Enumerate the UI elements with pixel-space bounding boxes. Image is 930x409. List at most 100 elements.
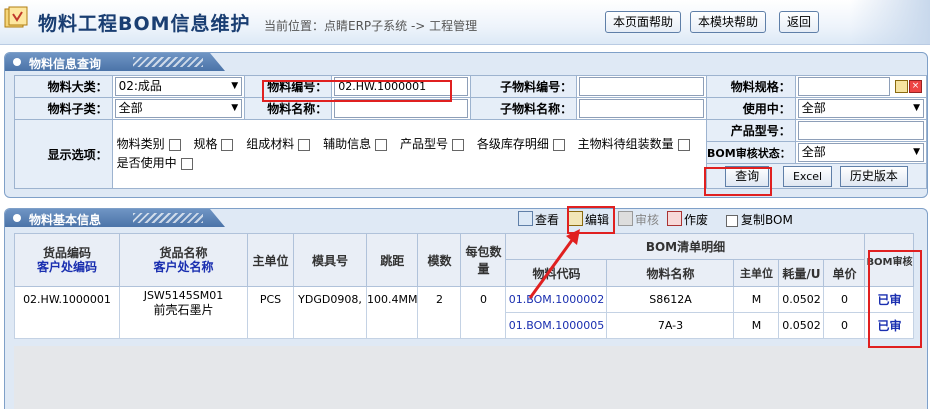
col-goods-name: 货品名称 客户处名称 [119,233,248,287]
panel-stripes [133,213,203,223]
in-use-select[interactable]: 全部 ▼ [797,99,924,118]
option-in-use: 是否使用中 [116,156,177,170]
query-panel: 物料信息查询 物料大类： 02:成品 ▼ 物料编号： 02.HW.1000001 … [4,52,928,198]
void-button[interactable]: 作废 [667,211,708,229]
option-material-type: 物料类别 [116,137,165,151]
col-sub-unit: 主单位 [733,259,780,287]
col-unit-price: 单价 [823,259,866,287]
cell-mat-code[interactable]: 01.BOM.1000005 [505,312,608,339]
chevron-down-icon: ▼ [231,81,239,91]
cell-sub-unit: M [733,312,780,339]
chevron-down-icon: ▼ [913,103,920,113]
audit-button[interactable]: 审核 [618,211,659,229]
red-arrow-icon [528,229,580,299]
model-input[interactable] [797,121,924,140]
checkbox[interactable] [298,138,311,151]
chevron-down-icon: ▼ [913,147,920,157]
panel-stripes [133,57,203,67]
checkbox[interactable] [552,138,565,151]
table-row[interactable]: 02.HW.1000001 JSW5145SM01 前壳石墨片 PCS YDGD0… [14,286,915,339]
app-logo-icon [4,6,28,28]
panel-bullet-icon [13,214,21,222]
panel-bullet-icon [13,58,21,66]
page-title: 物料工程BOM信息维护 [38,13,251,35]
subcategory-select[interactable]: 全部 ▼ [114,99,243,118]
spec-input[interactable] [797,77,890,96]
material-name-input[interactable] [334,99,469,118]
top-bar: 物料工程BOM信息维护 当前位置：点睛ERP子系统 -> 工程管理 本页面帮助 … [0,0,930,45]
option-model: 产品型号 [399,137,448,151]
option-composition: 组成材料 [246,137,295,151]
in-use-label: 使用中： [706,97,796,120]
display-options: 物料类别 规格 组成材料 辅助信息 产品型号 各级库存明细 主物料待组装数量 是… [111,119,708,189]
checkbox[interactable] [180,157,193,170]
option-stock-detail: 各级库存明细 [476,137,549,151]
spec-label: 物料规格： [706,75,796,98]
copy-bom-toggle[interactable]: 复制BOM [726,211,793,229]
cell-unit-price: 0 [823,312,866,339]
col-bom-audit: BOM审核 [864,233,915,287]
checkbox[interactable] [451,138,464,151]
page-help-button[interactable]: 本页面帮助 [605,11,682,33]
cell-consumption: 0.0502 [778,286,825,313]
module-help-button[interactable]: 本模块帮助 [690,11,767,33]
back-button[interactable]: 返回 [779,11,820,33]
cell-goods-code: 02.HW.1000001 [14,286,120,339]
bom-table: 货品编码 客户处编码 货品名称 客户处名称 主单位 模具号 跳距 模数 每包数量 B… [14,233,915,339]
col-pitch: 跳距 [365,233,419,287]
picker-icon[interactable] [895,80,908,93]
sub-code-input[interactable] [579,77,705,96]
clear-icon[interactable]: × [909,80,922,93]
subcategory-label: 物料子类： [14,97,113,120]
material-code-input[interactable]: 02.HW.1000001 [334,77,469,96]
checkbox[interactable] [168,138,181,151]
cell-consumption: 0.0502 [778,312,825,339]
col-mat-name: 物料名称 [606,259,735,287]
header-decoration [850,0,930,44]
cell-mat-name: 7A-3 [606,312,735,339]
cell-sub-unit: M [733,286,780,313]
col-consumption: 耗量/U [778,259,825,287]
model-label: 产品型号： [706,119,796,142]
audit-icon [618,211,633,226]
excel-button[interactable]: Excel [782,165,833,187]
void-icon [667,211,682,226]
query-panel-tab: 物料信息查询 [5,53,225,71]
cell-mat-name: S8612A [606,286,735,313]
checkbox[interactable] [221,138,234,151]
bom-status-select[interactable]: 全部 ▼ [797,143,924,162]
query-button[interactable]: 查询 [725,165,770,187]
empty-grid-area [14,346,926,409]
bom-status-label: BOM审核状态： [706,141,796,164]
col-mold-no: 模具号 [293,233,367,287]
checkbox[interactable] [677,138,690,151]
option-aux-info: 辅助信息 [323,137,372,151]
cell-unit-price: 0 [823,286,866,313]
breadcrumb: 当前位置：点睛ERP子系统 -> 工程管理 [264,19,478,33]
cell-mold-count: 2 [417,286,462,339]
cell-goods-name: JSW5145SM01 前壳石墨片 [119,286,248,339]
cell-mold-no: YDGD0908, [293,286,367,339]
col-main-unit: 主单位 [247,233,294,287]
material-category-select[interactable]: 02:成品 ▼ [114,77,243,96]
checkbox[interactable] [375,138,388,151]
cell-bom-audit: 已审 [864,286,915,313]
history-button[interactable]: 历史版本 [839,165,908,187]
material-code-label: 物料编号： [244,75,333,98]
material-category-label: 物料大类： [14,75,113,98]
chevron-down-icon: ▼ [231,103,239,113]
info-panel-title: 物料基本信息 [29,213,102,227]
checkbox[interactable] [726,214,738,227]
query-panel-title: 物料信息查询 [29,57,102,71]
info-panel: 物料基本信息 查看 编辑 审核 作废 复制BOM 货品编码 客户处编码 货品名称客… [4,208,928,409]
info-panel-tab: 物料基本信息 [5,209,225,227]
option-pending-assembly: 主物料待组装数量 [577,137,674,151]
query-form: 物料大类： 02:成品 ▼ 物料编号： 02.HW.1000001 子物料编号： … [14,75,928,189]
cell-main-unit: PCS [247,286,294,339]
display-options-label: 显示选项： [14,119,113,189]
cell-pitch: 100.4MM [365,286,419,339]
sub-name-input[interactable] [579,99,705,118]
cell-bom-audit: 已审 [864,312,915,339]
option-spec: 规格 [193,137,218,151]
sub-code-label: 子物料编号： [470,75,578,98]
